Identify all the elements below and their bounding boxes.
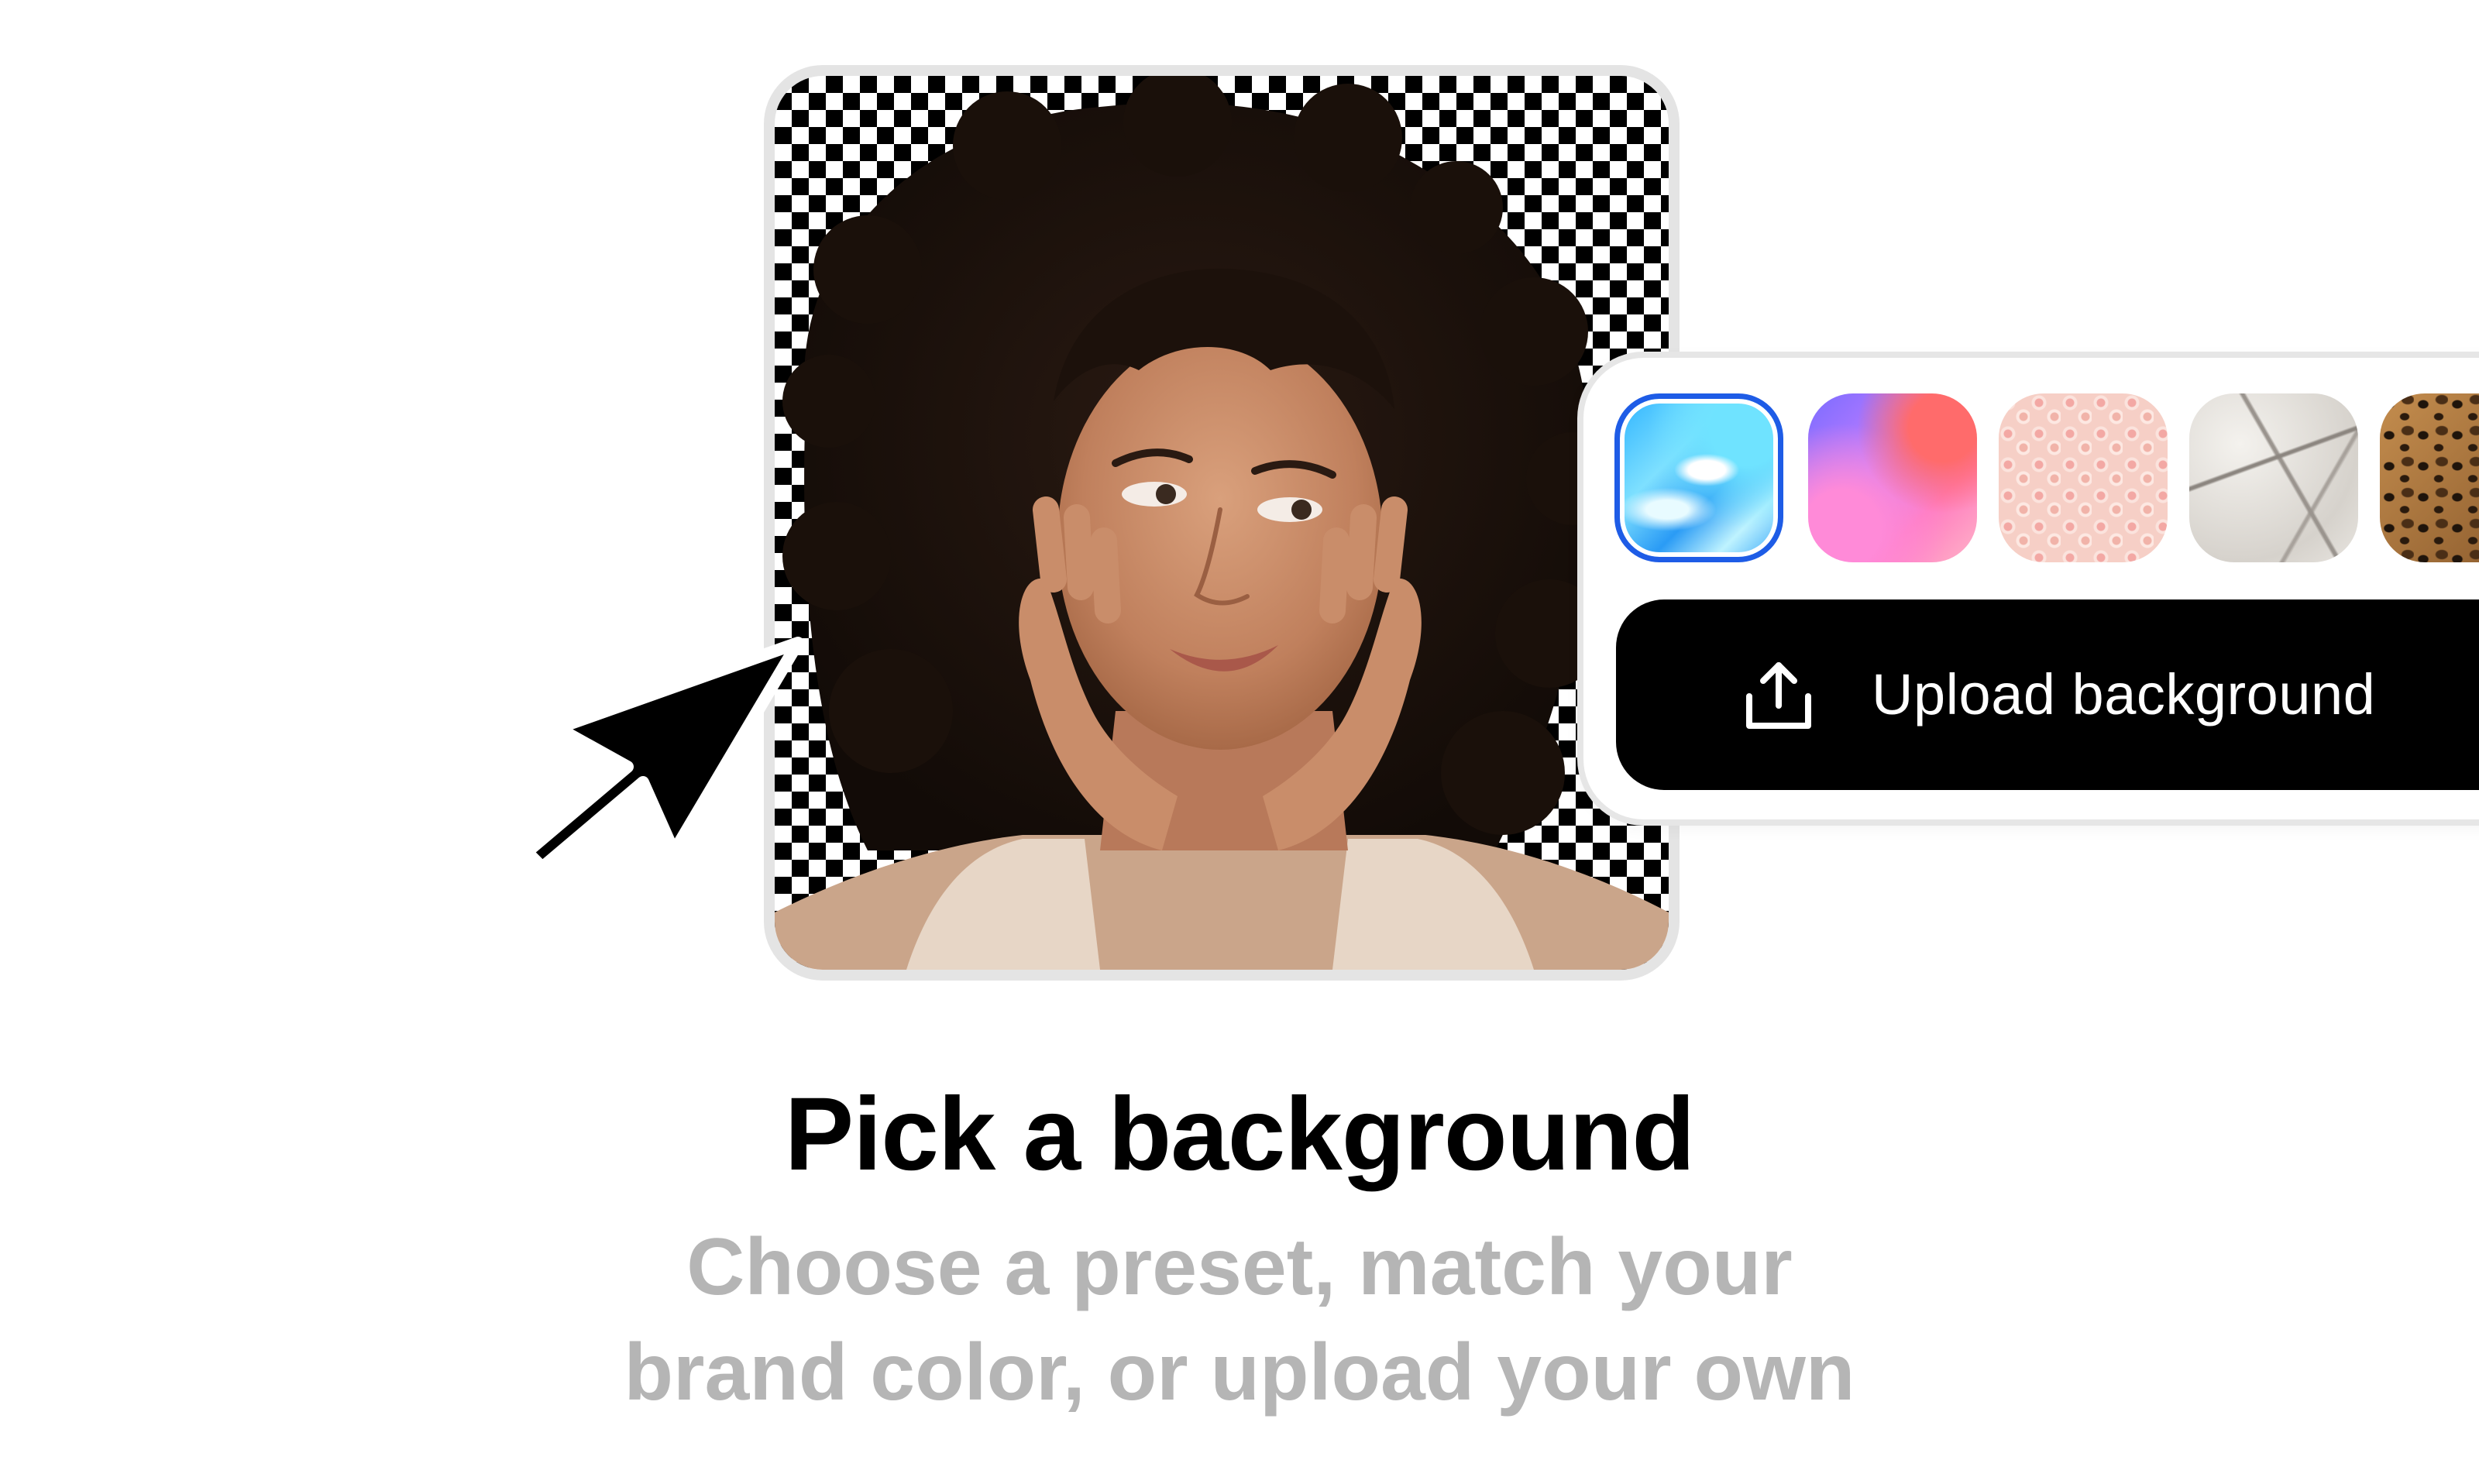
portrait-cutout [775, 76, 1669, 970]
feature-subtitle-line-1: Choose a preset, match your [686, 1222, 1793, 1312]
background-picker-panel: Upload background [1577, 352, 2479, 826]
upload-background-button[interactable]: Upload background [1616, 599, 2479, 790]
feature-title: Pick a background [784, 1077, 1695, 1192]
upload-icon [1746, 662, 1811, 729]
feature-illustration: Upload background Pick a background Choo… [0, 0, 2479, 1484]
upload-background-label: Upload background [1872, 662, 2376, 727]
swatch-pink-purple-gradient[interactable] [1808, 393, 1977, 562]
photo-preview [764, 65, 1680, 981]
swatch-peach-floral[interactable] [1999, 393, 2168, 562]
feature-subtitle: Choose a preset, match your brand color,… [0, 1214, 2479, 1425]
feature-subtitle-line-2: brand color, or upload your own [624, 1328, 1855, 1417]
swatch-cracked-marble[interactable] [2189, 393, 2358, 562]
swatch-leopard-print[interactable] [2380, 393, 2479, 562]
cursor-arrow-icon [521, 637, 804, 874]
swatch-blue-liquid[interactable] [1614, 393, 1783, 562]
